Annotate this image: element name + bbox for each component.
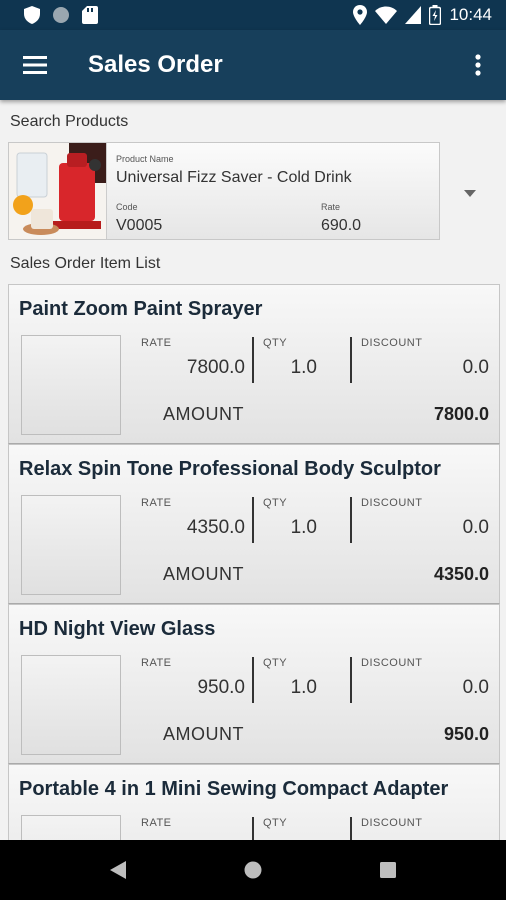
page-title: Sales Order bbox=[88, 51, 223, 78]
discount-label: DISCOUNT bbox=[361, 337, 423, 349]
app-bar: Sales Order bbox=[0, 30, 506, 100]
sd-card-icon bbox=[82, 6, 98, 24]
column-divider bbox=[252, 497, 254, 543]
product-dropdown-button[interactable] bbox=[456, 182, 484, 204]
content: Search Products Product Name Universal F… bbox=[0, 100, 506, 840]
menu-button[interactable] bbox=[0, 30, 70, 100]
product-selector[interactable]: Product Name Universal Fizz Saver - Cold… bbox=[8, 142, 440, 240]
sales-order-item-list: Paint Zoom Paint Sprayer RATE 7800.0 QTY… bbox=[8, 284, 500, 840]
product-code-label: Code bbox=[116, 202, 138, 212]
rate-label: RATE bbox=[141, 817, 172, 829]
item-name: Relax Spin Tone Professional Body Sculpt… bbox=[19, 458, 441, 480]
item-discount: 0.0 bbox=[462, 357, 489, 378]
item-image-placeholder bbox=[21, 815, 121, 840]
column-divider bbox=[350, 657, 352, 703]
column-divider bbox=[252, 337, 254, 383]
amount-label: AMOUNT bbox=[163, 564, 244, 584]
column-divider bbox=[350, 337, 352, 383]
item-amount: 950.0 bbox=[443, 724, 489, 744]
rate-label: RATE bbox=[141, 337, 172, 349]
discount-label: DISCOUNT bbox=[361, 817, 423, 829]
list-item[interactable]: Relax Spin Tone Professional Body Sculpt… bbox=[8, 444, 500, 604]
list-item[interactable]: Portable 4 in 1 Mini Sewing Compact Adap… bbox=[8, 764, 500, 840]
qty-label: QTY bbox=[263, 337, 288, 349]
back-triangle-icon bbox=[109, 861, 126, 879]
item-name: HD Night View Glass bbox=[19, 618, 216, 640]
item-discount: 0.0 bbox=[462, 517, 489, 538]
arrow-drop-down-icon bbox=[464, 189, 476, 197]
item-qty: 1.0 bbox=[290, 677, 317, 698]
item-list-label: Sales Order Item List bbox=[10, 255, 161, 272]
item-image-placeholder bbox=[21, 655, 121, 755]
shield-icon bbox=[24, 6, 40, 24]
product-rate: 690.0 bbox=[321, 217, 362, 234]
status-bar: 10:44 bbox=[0, 0, 506, 30]
more-options-button[interactable] bbox=[450, 30, 506, 100]
nav-recents-button[interactable] bbox=[368, 850, 408, 890]
amount-label: AMOUNT bbox=[163, 724, 244, 744]
wifi-icon bbox=[375, 6, 398, 24]
qty-label: QTY bbox=[263, 817, 288, 829]
column-divider bbox=[252, 817, 254, 840]
system-nav-bar bbox=[0, 840, 506, 900]
product-name-label: Product Name bbox=[116, 154, 174, 164]
item-discount: 0.0 bbox=[462, 677, 489, 698]
hamburger-menu-icon bbox=[23, 56, 47, 74]
status-left-icons bbox=[24, 6, 98, 24]
item-qty: 1.0 bbox=[290, 357, 317, 378]
amount-label: AMOUNT bbox=[163, 404, 244, 424]
product-info: Product Name Universal Fizz Saver - Cold… bbox=[107, 143, 439, 239]
list-item[interactable]: Paint Zoom Paint Sprayer RATE 7800.0 QTY… bbox=[8, 284, 500, 444]
item-amount: 7800.0 bbox=[433, 404, 489, 424]
more-vert-icon bbox=[475, 54, 481, 76]
product-rate-label: Rate bbox=[321, 202, 341, 212]
search-products-label: Search Products bbox=[10, 113, 129, 130]
list-item[interactable]: HD Night View Glass RATE 950.0 QTY 1.0 D… bbox=[8, 604, 500, 764]
item-name: Paint Zoom Paint Sprayer bbox=[19, 298, 263, 320]
recents-square-icon bbox=[380, 862, 397, 878]
status-time: 10:44 bbox=[449, 5, 492, 24]
rate-label: RATE bbox=[141, 497, 172, 509]
item-qty: 1.0 bbox=[290, 517, 317, 538]
nav-home-button[interactable] bbox=[233, 850, 273, 890]
circle-icon bbox=[53, 7, 69, 23]
product-image bbox=[9, 143, 107, 239]
nav-back-button[interactable] bbox=[98, 850, 138, 890]
item-rate: 7800.0 bbox=[186, 357, 245, 378]
item-rate: 950.0 bbox=[197, 677, 245, 698]
battery-icon bbox=[429, 5, 442, 25]
product-code: V0005 bbox=[116, 217, 163, 234]
item-rate: 4350.0 bbox=[186, 517, 245, 538]
location-icon bbox=[353, 5, 368, 25]
item-amount: 4350.0 bbox=[433, 564, 489, 584]
signal-icon bbox=[405, 6, 422, 24]
qty-label: QTY bbox=[263, 657, 288, 669]
home-circle-icon bbox=[244, 861, 262, 879]
column-divider bbox=[350, 817, 352, 840]
qty-label: QTY bbox=[263, 497, 288, 509]
product-name: Universal Fizz Saver - Cold Drink bbox=[116, 169, 352, 186]
column-divider bbox=[252, 657, 254, 703]
column-divider bbox=[350, 497, 352, 543]
rate-label: RATE bbox=[141, 657, 172, 669]
discount-label: DISCOUNT bbox=[361, 497, 423, 509]
item-name: Portable 4 in 1 Mini Sewing Compact Adap… bbox=[19, 778, 449, 800]
status-right-icons: 10:44 bbox=[353, 5, 492, 25]
item-image-placeholder bbox=[21, 495, 121, 595]
item-image-placeholder bbox=[21, 335, 121, 435]
discount-label: DISCOUNT bbox=[361, 657, 423, 669]
